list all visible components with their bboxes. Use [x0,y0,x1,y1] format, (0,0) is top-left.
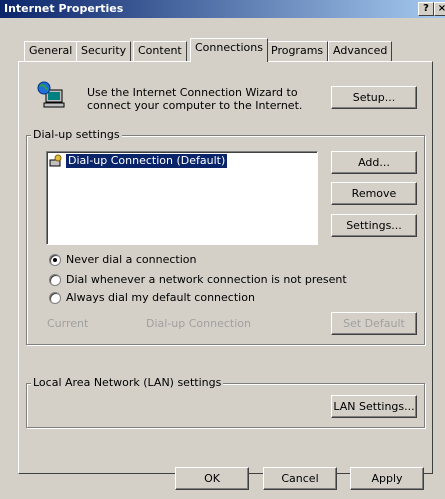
computer-globe-icon [36,80,66,110]
wizard-text-line1: Use the Internet Connection Wizard to [87,86,298,99]
radio-never-dial-label[interactable]: Never dial a connection [66,253,196,266]
apply-button[interactable]: Apply [350,467,424,490]
tab-connections[interactable]: Connections [190,38,268,62]
dialup-connection-list[interactable]: Dial-up Connection (Default) [46,151,318,245]
radio-always-dial[interactable] [49,292,61,304]
close-button[interactable]: × [434,2,445,16]
radio-always-dial-label[interactable]: Always dial my default connection [66,291,255,304]
cancel-button[interactable]: Cancel [263,467,337,490]
radio-dial-whenever-label[interactable]: Dial whenever a network connection is no… [66,273,347,286]
tab-content[interactable]: Content [133,41,187,61]
radio-never-dial[interactable] [49,254,61,266]
dialup-connection-icon [49,154,63,168]
current-label: Current [47,317,89,330]
tab-general[interactable]: General [24,41,78,61]
setup-button[interactable]: Setup... [331,86,417,109]
tab-security[interactable]: Security [76,41,132,61]
title-bar[interactable]: Internet Properties ? × [0,0,445,18]
help-button[interactable]: ? [418,2,434,16]
radio-dial-whenever[interactable] [49,274,61,286]
tab-programs[interactable]: Programs [266,41,329,61]
add-button[interactable]: Add... [331,151,417,174]
lan-settings-button[interactable]: LAN Settings... [331,395,417,418]
tab-advanced[interactable]: Advanced [328,41,393,61]
set-default-button[interactable]: Set Default [331,312,417,335]
wizard-text-line2: connect your computer to the Internet. [87,99,303,112]
ok-button[interactable]: OK [175,467,249,490]
dialup-settings-label: Dial-up settings [31,128,122,141]
current-connection-value: Dial-up Connection [146,317,251,330]
window-title: Internet Properties [4,2,124,15]
remove-button[interactable]: Remove [331,182,417,205]
dialup-connection-label: Dial-up Connection (Default) [64,153,229,169]
settings-button[interactable]: Settings... [331,214,417,237]
lan-settings-label: Local Area Network (LAN) settings [31,376,224,389]
